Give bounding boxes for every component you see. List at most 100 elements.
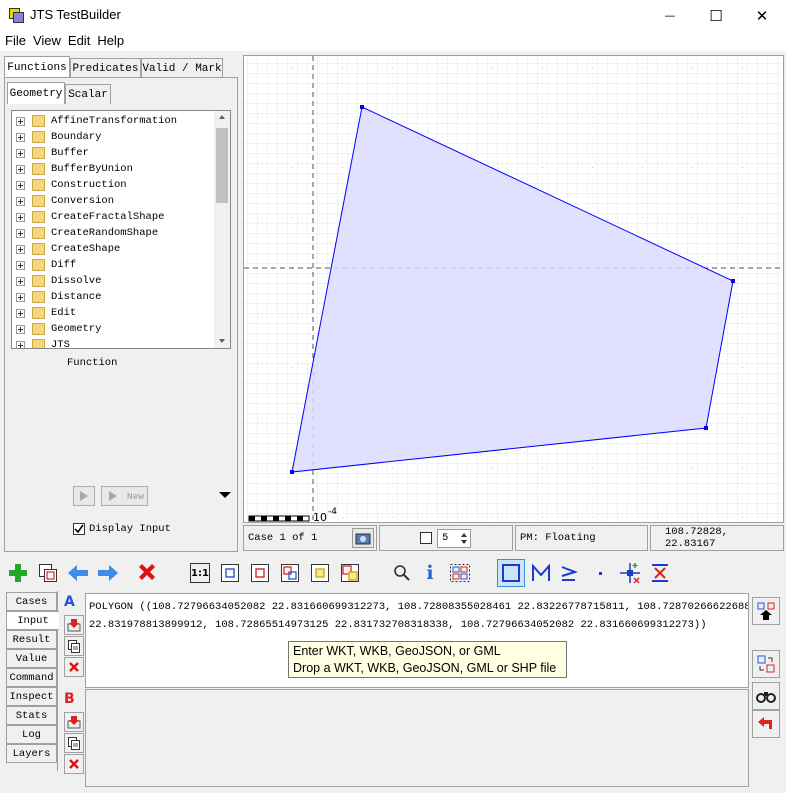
zoom-to-b-button[interactable] xyxy=(248,561,272,585)
clear-a-button[interactable] xyxy=(64,657,84,677)
expand-icon[interactable] xyxy=(16,340,25,348)
tab-functions[interactable]: Functions xyxy=(4,56,70,78)
menu-file[interactable]: File xyxy=(0,31,26,51)
expand-icon[interactable] xyxy=(16,228,25,238)
delete-vertex-button[interactable] xyxy=(648,561,672,585)
draw-stream-button[interactable] xyxy=(557,561,581,585)
dropdown-arrow-icon[interactable] xyxy=(218,491,232,499)
edit-vertex-button[interactable] xyxy=(618,561,642,585)
tree-item[interactable]: Edit xyxy=(12,305,212,321)
tree-item[interactable]: Dissolve xyxy=(12,273,212,289)
expand-icon[interactable] xyxy=(16,164,25,174)
expand-icon[interactable] xyxy=(16,148,25,158)
tree-item[interactable]: Construction xyxy=(12,177,212,193)
tree-item[interactable]: JTS xyxy=(12,337,212,348)
minimize-button[interactable]: — xyxy=(647,0,693,31)
expand-icon[interactable] xyxy=(16,292,25,302)
draw-polygon-button[interactable] xyxy=(497,559,525,587)
tree-item[interactable]: Distance xyxy=(12,289,212,305)
geometry-canvas[interactable]: 10 -4 xyxy=(243,55,784,523)
menu-help[interactable]: Help xyxy=(92,31,124,51)
tab-result[interactable]: Result xyxy=(6,630,57,649)
tree-item[interactable]: CreateFractalShape xyxy=(12,209,212,225)
precision-model-label: PM: Floating xyxy=(520,532,596,544)
tab-cases[interactable]: Cases xyxy=(6,592,57,611)
tab-input[interactable]: Input xyxy=(6,611,59,630)
draw-point-button[interactable] xyxy=(588,561,612,585)
copy-a-button[interactable] xyxy=(64,636,84,656)
one-to-one-label: 1:1 xyxy=(190,563,210,583)
expand-icon[interactable] xyxy=(16,244,25,254)
tab-value[interactable]: Value xyxy=(6,649,57,668)
folder-icon xyxy=(32,115,45,127)
tree-item[interactable]: AffineTransformation xyxy=(12,113,212,129)
tab-command[interactable]: Command xyxy=(6,668,57,687)
tab-geometry[interactable]: Geometry xyxy=(7,82,65,104)
function-tree[interactable]: AffineTransformation Boundary Buffer Buffer… xyxy=(11,110,231,349)
tree-item-label: Construction xyxy=(51,179,127,191)
inspect-geometry-button[interactable] xyxy=(752,682,780,710)
scrollbar-thumb xyxy=(216,128,228,203)
clear-b-button[interactable] xyxy=(64,754,84,774)
tree-item[interactable]: Diff xyxy=(12,257,212,273)
expand-icon[interactable] xyxy=(16,212,25,222)
zoom-to-result-button[interactable] xyxy=(308,561,332,585)
menu-edit[interactable]: Edit xyxy=(63,31,90,51)
zoom-to-full-button[interactable] xyxy=(338,561,362,585)
new-button[interactable]: New xyxy=(101,486,148,506)
expand-icon[interactable] xyxy=(16,308,25,318)
close-button[interactable]: ✕ xyxy=(739,0,785,31)
geometry-b-input[interactable] xyxy=(85,689,749,787)
tree-item[interactable]: Geometry xyxy=(12,321,212,337)
exchange-geometries-button[interactable] xyxy=(752,650,780,678)
info-tool-button[interactable]: i xyxy=(418,561,442,585)
draw-linestring-button[interactable] xyxy=(529,561,553,585)
copy-b-button[interactable] xyxy=(64,733,84,753)
tree-item[interactable]: Conversion xyxy=(12,193,212,209)
expand-icon[interactable] xyxy=(16,116,25,126)
case-button[interactable] xyxy=(352,528,374,548)
zoom-one-to-one-button[interactable]: 1:1 xyxy=(188,561,212,585)
tab-stats[interactable]: Stats xyxy=(6,706,57,725)
zoom-to-a-button[interactable] xyxy=(218,561,242,585)
display-input-checkbox[interactable] xyxy=(73,523,85,535)
expand-icon[interactable] xyxy=(16,180,25,190)
tree-scrollbar[interactable] xyxy=(214,111,230,348)
expand-icon[interactable] xyxy=(16,260,25,270)
tab-scalar[interactable]: Scalar xyxy=(65,84,111,104)
tree-item[interactable]: CreateShape xyxy=(12,241,212,257)
load-a-button[interactable] xyxy=(64,615,84,635)
scroll-down-icon xyxy=(219,339,225,343)
tab-layers[interactable]: Layers xyxy=(6,744,57,763)
tab-predicates[interactable]: Predicates xyxy=(70,58,141,78)
tree-item[interactable]: BufferByUnion xyxy=(12,161,212,177)
menu-view[interactable]: View xyxy=(28,31,61,51)
add-case-button[interactable] xyxy=(6,561,30,585)
tree-item[interactable]: Boundary xyxy=(12,129,212,145)
expand-icon[interactable] xyxy=(16,196,25,206)
spinner-checkbox[interactable] xyxy=(420,532,432,544)
prev-case-button[interactable] xyxy=(66,561,90,585)
tab-inspect[interactable]: Inspect xyxy=(6,687,57,706)
zoom-full-icon xyxy=(341,564,359,582)
spinner-arrows[interactable] xyxy=(458,530,470,547)
extract-component-button[interactable] xyxy=(448,561,472,585)
maximize-button[interactable]: ☐ xyxy=(693,0,739,31)
tree-item[interactable]: CreateRandomShape xyxy=(12,225,212,241)
zoom-to-input-button[interactable] xyxy=(278,561,302,585)
delete-case-button[interactable] xyxy=(135,561,159,585)
tree-item[interactable]: Buffer xyxy=(12,145,212,161)
zoom-tool-button[interactable] xyxy=(390,561,414,585)
result-to-input-button[interactable] xyxy=(752,597,780,625)
tab-valid-mark[interactable]: Valid / Mark xyxy=(141,58,223,78)
tab-log[interactable]: Log xyxy=(6,725,57,744)
expand-icon[interactable] xyxy=(16,276,25,286)
undo-button[interactable] xyxy=(752,710,780,738)
next-case-button[interactable] xyxy=(96,561,120,585)
folder-icon xyxy=(32,131,45,143)
load-b-button[interactable] xyxy=(64,712,84,732)
run-button[interactable] xyxy=(73,486,95,506)
expand-icon[interactable] xyxy=(16,324,25,334)
copy-case-button[interactable] xyxy=(36,561,60,585)
expand-icon[interactable] xyxy=(16,132,25,142)
